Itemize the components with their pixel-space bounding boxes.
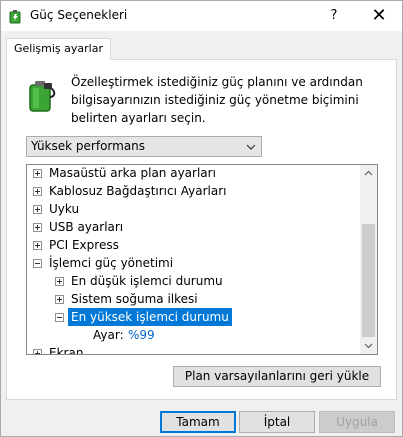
- expand-icon[interactable]: [33, 169, 42, 178]
- power-options-icon: [9, 10, 21, 24]
- chevron-down-icon: [247, 144, 255, 150]
- advanced-settings-panel: Özelleştirmek istediğiniz güç planını ve…: [6, 59, 397, 400]
- window-title: Güç Seçenekleri: [30, 8, 128, 22]
- help-button[interactable]: ?: [319, 1, 349, 31]
- expand-icon[interactable]: [55, 295, 64, 304]
- tree-item-label: PCI Express: [49, 238, 119, 252]
- apply-button: Uygula: [319, 411, 395, 433]
- tree-item-label: USB ayarları: [49, 220, 124, 234]
- power-plan-dropdown[interactable]: Yüksek performans: [26, 136, 262, 157]
- setting-value[interactable]: %99: [128, 326, 155, 344]
- settings-tree[interactable]: Masaüstü arka plan ayarları Kablosuz Bağ…: [26, 164, 378, 355]
- collapse-icon[interactable]: [55, 313, 64, 322]
- tree-item-label: Sistem soğuma ilkesi: [71, 292, 198, 306]
- setting-value-label: Ayar:: [93, 328, 124, 342]
- close-button[interactable]: ✕: [359, 1, 399, 31]
- tree-item-label: En düşük işlemci durumu: [71, 274, 223, 288]
- scroll-down-arrow-icon[interactable]: [360, 337, 377, 354]
- expand-icon[interactable]: [55, 277, 64, 286]
- collapse-icon[interactable]: [33, 259, 42, 268]
- battery-plug-icon: [29, 81, 56, 112]
- restore-plan-defaults-button[interactable]: Plan varsayılanlarını geri yükle: [173, 366, 381, 387]
- ok-button[interactable]: Tamam: [160, 411, 236, 433]
- title-bar: Güç Seçenekleri ? ✕: [1, 1, 402, 31]
- expand-icon[interactable]: [33, 187, 42, 196]
- expand-icon[interactable]: [33, 349, 42, 354]
- expand-icon[interactable]: [33, 205, 42, 214]
- expand-icon[interactable]: [33, 241, 42, 250]
- cancel-button[interactable]: İptal: [239, 411, 315, 433]
- scrollbar-thumb[interactable]: [362, 224, 375, 337]
- power-options-window: Güç Seçenekleri ? ✕ Gelişmiş ayarlar Öze…: [0, 0, 403, 437]
- tree-item-label: En yüksek işlemci durumu: [68, 308, 232, 326]
- description-text: Özelleştirmek istediğiniz güç planını ve…: [71, 75, 363, 125]
- tree-item-label: Uyku: [49, 202, 80, 216]
- tree-item-label: Kablosuz Bağdaştırıcı Ayarları: [49, 184, 227, 198]
- tab-advanced-settings[interactable]: Gelişmiş ayarlar: [6, 38, 111, 60]
- scroll-up-arrow-icon[interactable]: [360, 165, 377, 182]
- expand-icon[interactable]: [33, 223, 42, 232]
- tree-item-label: Masaüstü arka plan ayarları: [49, 166, 216, 180]
- tree-item-label: İşlemci güç yönetimi: [49, 256, 174, 270]
- power-plan-value: Yüksek performans: [31, 139, 146, 153]
- tree-item-label: Ekran: [49, 346, 84, 355]
- vertical-scrollbar[interactable]: [360, 165, 377, 354]
